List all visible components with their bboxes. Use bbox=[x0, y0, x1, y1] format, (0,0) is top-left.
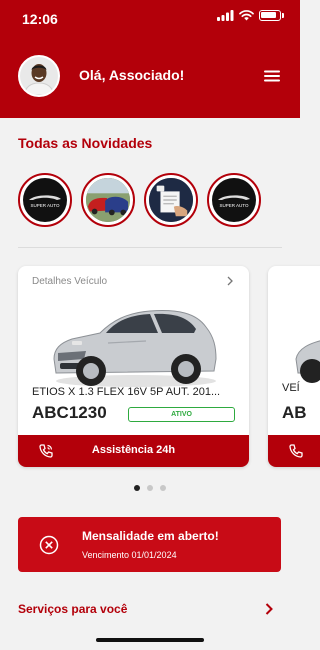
super-auto-logo-icon: SUPER AUTO bbox=[218, 195, 250, 208]
car-image-partial bbox=[295, 340, 320, 383]
story-item[interactable] bbox=[144, 173, 198, 227]
super-auto-logo-icon: SUPER AUTO bbox=[29, 195, 61, 208]
story-item[interactable]: SUPER AUTO bbox=[18, 173, 72, 227]
news-section-title: Todas as Novidades bbox=[18, 135, 153, 151]
hamburger-menu-icon bbox=[264, 70, 280, 82]
vehicle-details-label: Detalhes Veículo bbox=[32, 276, 108, 287]
pagination-dot[interactable] bbox=[160, 485, 166, 491]
news-stories: SUPER AUTO SUPER AUTO bbox=[18, 173, 261, 227]
phone-icon bbox=[289, 444, 303, 458]
story-item[interactable] bbox=[81, 173, 135, 227]
story-item[interactable]: SUPER AUTO bbox=[207, 173, 261, 227]
car-image bbox=[53, 310, 217, 387]
cars-photo bbox=[86, 178, 130, 222]
assistance-24h-button[interactable] bbox=[268, 435, 320, 467]
battery-tip bbox=[282, 13, 284, 18]
super-auto-logo: SUPER AUTO bbox=[23, 178, 67, 222]
vehicle-model: ETIOS X 1.3 FLEX 16V 5P AUT. 201... bbox=[32, 386, 221, 398]
super-auto-logo: SUPER AUTO bbox=[212, 178, 256, 222]
vehicle-card-next[interactable]: VEÍ AB bbox=[268, 266, 320, 467]
pagination-dot[interactable] bbox=[147, 485, 153, 491]
avatar[interactable] bbox=[18, 55, 60, 97]
services-link[interactable]: Serviços para você bbox=[18, 602, 127, 616]
battery-icon bbox=[259, 10, 281, 21]
cars-photo-icon bbox=[86, 178, 130, 222]
wifi-icon bbox=[239, 10, 254, 21]
vehicle-plate: AB bbox=[282, 403, 307, 422]
alert-title: Mensalidade em aberto! bbox=[82, 529, 219, 543]
app-header: 12:06 Olá, Associado! bbox=[0, 0, 300, 118]
greeting-text: Olá, Associado! bbox=[79, 67, 185, 83]
home-indicator bbox=[96, 638, 204, 642]
pagination-dot-active[interactable] bbox=[134, 485, 140, 491]
svg-text:SUPER AUTO: SUPER AUTO bbox=[31, 203, 60, 208]
status-icons bbox=[217, 10, 284, 21]
chevron-right-icon[interactable] bbox=[263, 602, 275, 616]
document-handover-icon bbox=[149, 178, 193, 222]
assistance-24h-button[interactable]: Assistência 24h bbox=[18, 435, 249, 467]
vehicle-plate: ABC1230 bbox=[32, 403, 107, 422]
svg-text:SUPER AUTO: SUPER AUTO bbox=[220, 203, 249, 208]
vehicle-details-label: VEÍ bbox=[282, 382, 300, 394]
carousel-pagination bbox=[0, 485, 300, 491]
status-bar: 12:06 bbox=[0, 0, 300, 36]
vehicle-card[interactable]: Detalhes Veículo ETIOS X 1.3 FLEX 16V 5P… bbox=[18, 266, 249, 467]
alert-due-date: Vencimento 01/01/2024 bbox=[82, 550, 177, 560]
assistance-24h-label: Assistência 24h bbox=[91, 444, 176, 456]
signal-icon bbox=[217, 10, 234, 21]
menu-button[interactable] bbox=[262, 68, 282, 84]
close-circle-icon bbox=[39, 535, 59, 555]
status-badge: ATIVO bbox=[128, 407, 235, 422]
chevron-right-icon[interactable] bbox=[225, 275, 235, 287]
document-handover-photo bbox=[149, 178, 193, 222]
status-time: 12:06 bbox=[22, 11, 58, 27]
user-photo-icon bbox=[20, 57, 58, 95]
section-divider bbox=[18, 247, 282, 248]
payment-alert-banner[interactable]: Mensalidade em aberto! Vencimento 01/01/… bbox=[18, 517, 281, 572]
